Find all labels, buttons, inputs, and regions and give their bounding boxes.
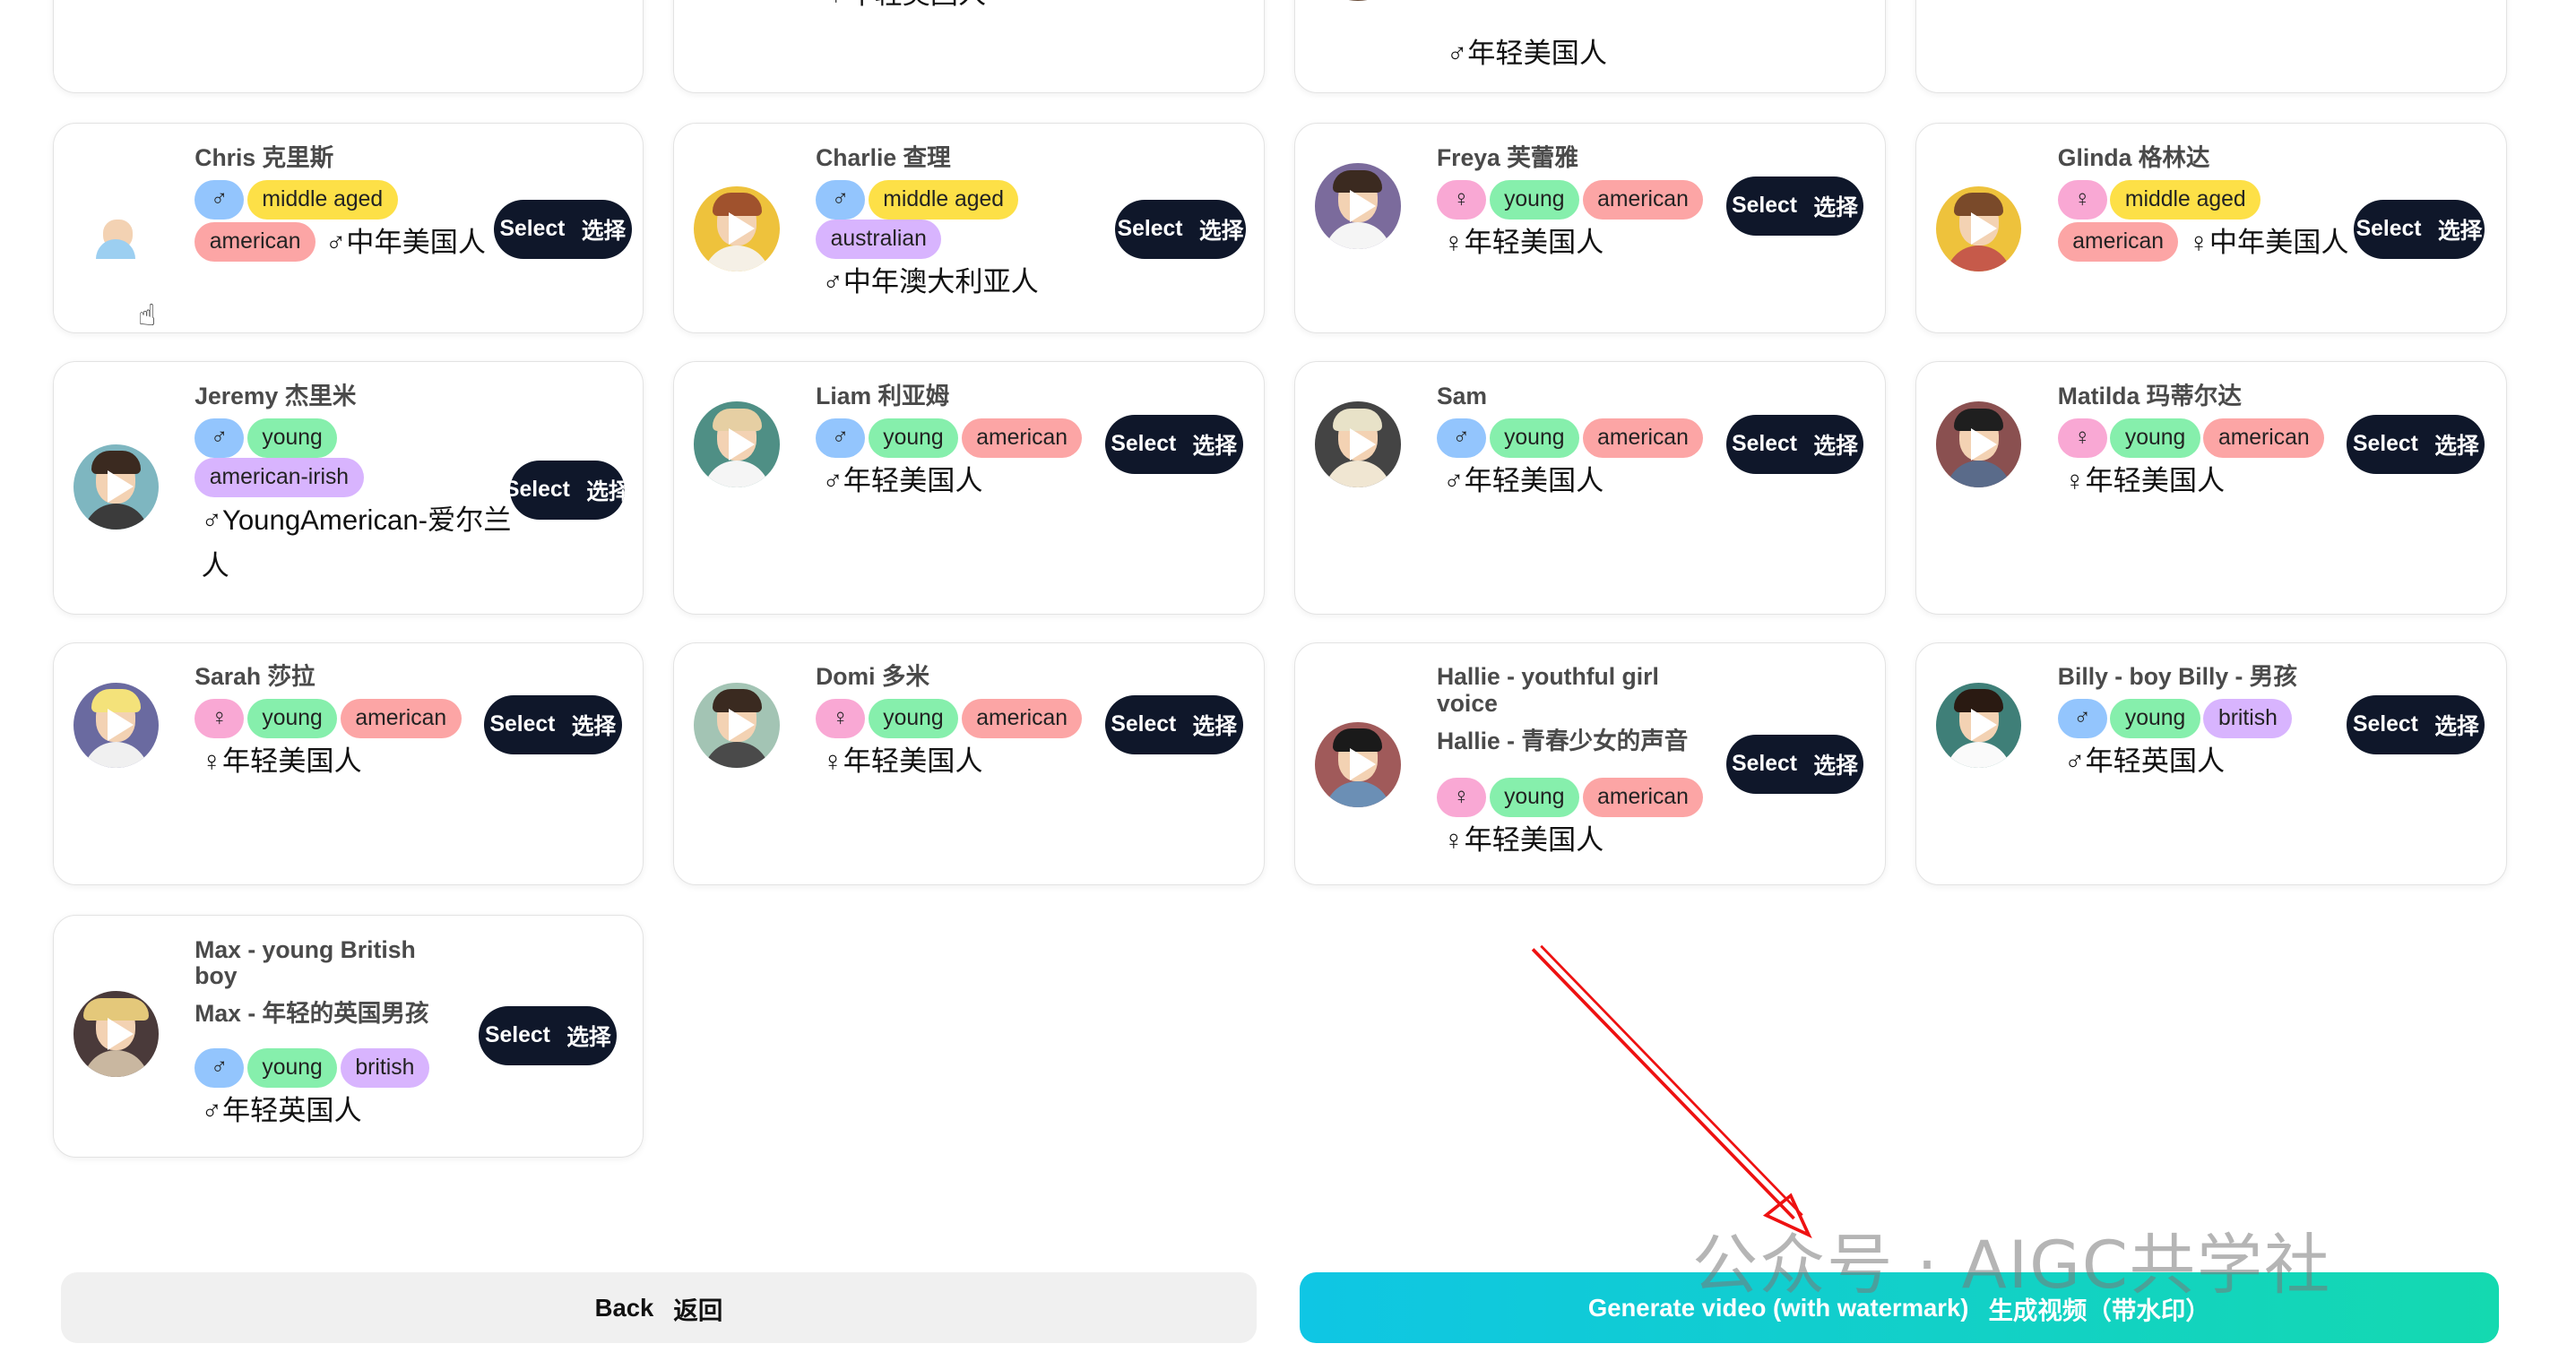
back-button[interactable]: Back 返回 <box>60 1272 1258 1344</box>
hand-cursor-icon: ☝ <box>137 297 157 332</box>
back-label-cn: 返回 <box>673 1296 723 1324</box>
annotation-arrow-icon <box>1531 944 1812 1239</box>
watermark: 公众号 · AIGC共学社 <box>1691 1227 2332 1304</box>
back-label: Back <box>594 1293 654 1322</box>
